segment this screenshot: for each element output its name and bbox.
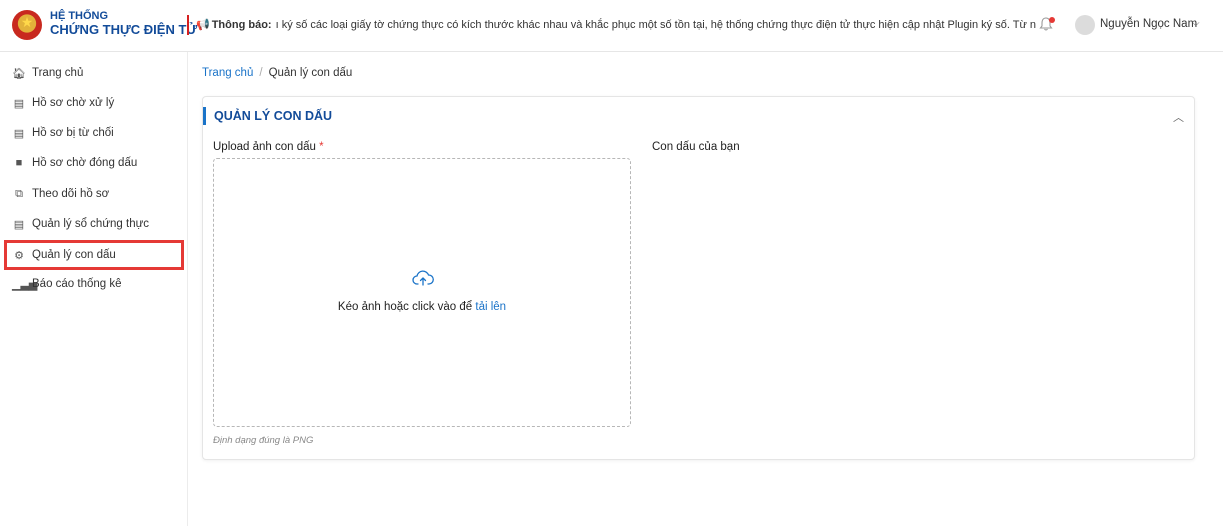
notice-label: Thông báo:: [211, 19, 272, 31]
document-icon: ▤: [13, 218, 25, 231]
sidebar-item-tracking[interactable]: ⧉ Theo dõi hồ sơ: [4, 181, 184, 207]
upload-dropzone[interactable]: Kéo ảnh hoặc click vào để tải lên: [213, 158, 631, 427]
breadcrumb-home-link[interactable]: Trang chủ: [202, 67, 253, 79]
required-mark: *: [319, 141, 324, 153]
stamp-management-card: QUẢN LÝ CON DẤU ︿ Upload ảnh con dấu * C…: [202, 96, 1195, 460]
sidebar-item-stamp-management[interactable]: ⚙ Quản lý con dấu: [4, 240, 184, 270]
upload-label: Upload ảnh con dấu *: [213, 141, 324, 153]
sidebar-item-awaiting-stamp[interactable]: ■ Hồ sơ chờ đóng dấu: [4, 150, 184, 176]
sidebar-item-certification-books[interactable]: ▤ Quản lý sổ chứng thực: [4, 211, 184, 237]
document-icon: ▤: [13, 127, 25, 140]
sidebar-item-label: Quản lý sổ chứng thực: [32, 218, 150, 230]
top-header: ★ HỆ THỐNG CHỨNG THỰC ĐIỆN TỬ 📢 Thông báo…: [0, 0, 1223, 52]
gear-icon: ⚙: [14, 249, 24, 262]
notice-text: ı ký số các loại giấy tờ chứng thực có k…: [275, 19, 1036, 31]
sidebar-item-home[interactable]: 🏠︎ Trang chủ: [4, 60, 184, 86]
megaphone-icon: 📢: [196, 19, 210, 31]
breadcrumb-current: Quản lý con dấu: [268, 67, 353, 79]
breadcrumb: Trang chủ / Quản lý con dấu: [202, 67, 352, 79]
notification-bell-icon[interactable]: [1038, 16, 1056, 34]
page-title: QUẢN LÝ CON DẤU: [203, 107, 332, 125]
sidebar: 🏠︎ Trang chủ ▤ Hồ sơ chờ xử lý ▤ Hồ sơ b…: [0, 52, 188, 526]
notice-banner: 📢 Thông báo: ı ký số các loại giấy tờ chứn…: [196, 18, 1036, 31]
your-stamp-label: Con dấu của bạn: [652, 141, 740, 153]
grid-icon: ■: [15, 157, 23, 169]
dropzone-instruction: Kéo ảnh hoặc click vào để tải lên: [214, 301, 630, 313]
sidebar-item-label: Hồ sơ bị từ chối: [32, 127, 114, 139]
national-emblem-logo[interactable]: ★: [12, 10, 42, 40]
document-icon: ▤: [13, 97, 25, 110]
format-hint: Định dạng đúng là PNG: [213, 435, 314, 446]
home-icon: 🏠︎: [12, 67, 26, 80]
notification-dot: [1049, 17, 1055, 23]
notice-divider: [187, 15, 189, 35]
sidebar-item-reports[interactable]: ▁▃▅ Báo cáo thống kê: [4, 271, 184, 297]
sidebar-item-label: Theo dõi hồ sơ: [32, 188, 110, 200]
sidebar-item-label: Quản lý con dấu: [32, 249, 116, 261]
chevron-up-icon[interactable]: ︿: [1173, 109, 1184, 125]
user-name[interactable]: Nguyễn Ngọc Nam: [1100, 18, 1197, 30]
sidebar-item-rejected[interactable]: ▤ Hồ sơ bị từ chối: [4, 120, 184, 146]
avatar[interactable]: [1075, 15, 1095, 35]
breadcrumb-separator: /: [259, 67, 263, 79]
chevron-down-icon[interactable]: ⌵: [1192, 18, 1200, 29]
bar-chart-icon: ▁▃▅: [12, 278, 38, 291]
sidebar-item-label: Báo cáo thống kê: [32, 278, 122, 290]
dropzone-text: Kéo ảnh hoặc click vào để: [337, 301, 473, 313]
cloud-upload-icon: [412, 270, 434, 286]
sidebar-item-pending[interactable]: ▤ Hồ sơ chờ xử lý: [4, 90, 184, 116]
sidebar-item-label: Hồ sơ chờ xử lý: [32, 97, 115, 109]
brand-title[interactable]: HỆ THỐNG CHỨNG THỰC ĐIỆN TỬ: [50, 10, 197, 36]
sidebar-item-label: Hồ sơ chờ đóng dấu: [32, 157, 138, 169]
brand-line-2: CHỨNG THỰC ĐIỆN TỬ: [50, 22, 198, 37]
upload-link[interactable]: tải lên: [475, 301, 506, 313]
upload-label-text: Upload ảnh con dấu: [213, 141, 316, 153]
sidebar-item-label: Trang chủ: [32, 67, 84, 79]
copy-icon: ⧉: [15, 187, 23, 200]
